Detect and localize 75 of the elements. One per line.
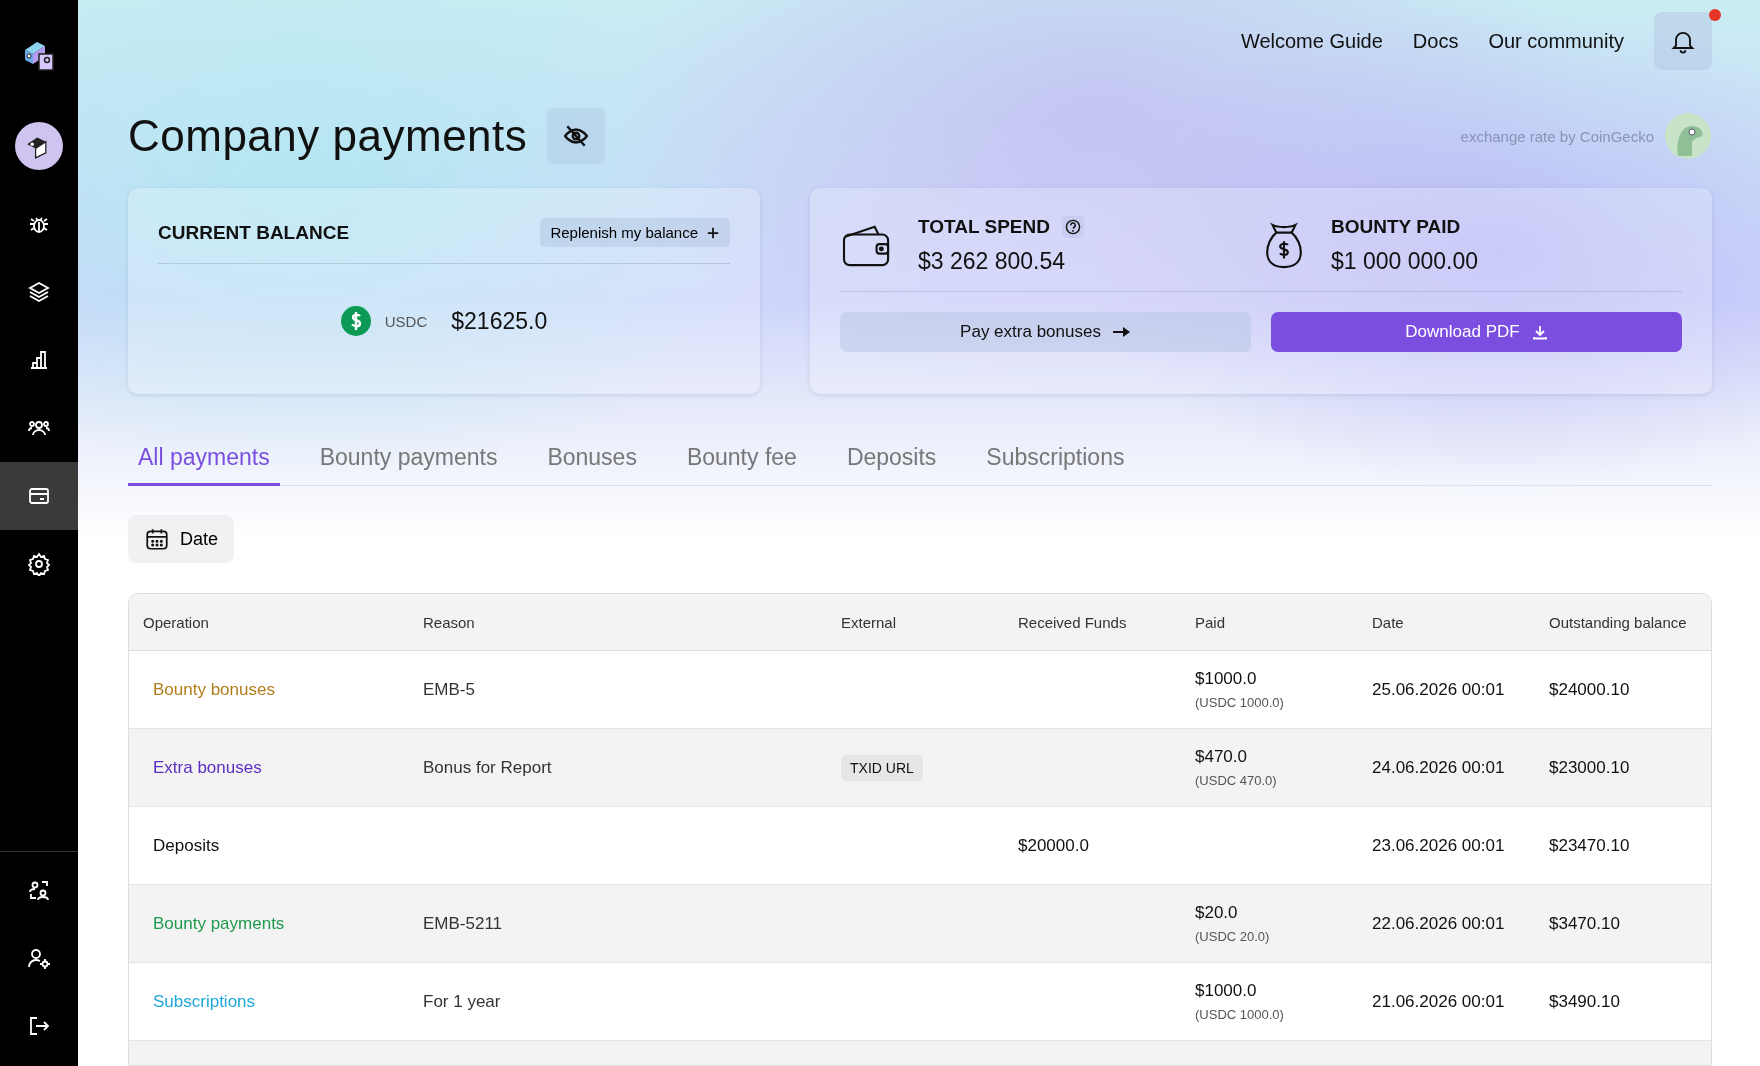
column-header: Paid [1194,613,1227,631]
stat-title: BOUNTY PAID [1331,216,1461,238]
paid-usdc-cell-text: (USDC 1000.0) [1195,1007,1285,1022]
eye-slash-icon [563,123,590,149]
paid-cell-text: $470.0 [1195,747,1248,767]
replenish-button[interactable]: Replenish my balance [540,218,730,247]
column-header: Date [1371,613,1405,631]
date-cell-text: 23.06.2026 00:01 [1372,835,1506,856]
paid-usdc-cell-text: (USDC 470.0) [1195,773,1278,788]
paid-cell-text: $1000.0 [1195,669,1258,689]
paid-usdc-cell-text: (USDC 20.0) [1195,929,1271,944]
reason-cell-text: EMB-5211 [423,913,504,934]
page-title: Company payments [128,111,528,161]
date-cell-text: 24.06.2026 00:01 [1372,757,1506,778]
sidebar-item[interactable] [0,462,78,530]
nav-link[interactable]: Welcome Guide [1240,29,1383,53]
balance-cell-text: $23470.10 [1549,835,1631,856]
balance-cell-text: $23000.10 [1549,757,1631,778]
currency-label: USDC [384,312,428,330]
paid-cell-text: $20.0 [1195,903,1239,923]
arrow-right-icon [1112,326,1131,338]
stat-value: $3 262 800.54 [918,248,1067,275]
balance-amount: $21625.0 [451,307,548,335]
operation-cell-text: Extra bonuses [153,757,263,778]
column-header: External [840,613,898,631]
company-avatar[interactable] [15,122,63,170]
card-title: CURRENT BALANCE [158,221,350,244]
help-icon[interactable] [1061,216,1084,238]
date-cell-text: 25.06.2026 00:01 [1372,679,1506,700]
nav-link[interactable]: Docs [1412,29,1459,53]
operation-cell-text: Bounty payments [153,913,286,934]
balance-cell-text: $3470.10 [1549,913,1621,934]
download-icon [1531,324,1548,340]
operation-cell-text: Bounty bonuses [153,679,276,700]
received-cell-text: $20000.0 [1018,835,1090,856]
txid-link[interactable]: TXID URL [841,754,923,781]
date-cell-text: 22.06.2026 00:01 [1372,913,1506,934]
reason-cell-text: EMB-5 [423,679,476,700]
operation-cell-text: Deposits [153,835,221,856]
gecko-logo-icon [1664,112,1712,160]
plus-icon [706,225,720,240]
user-switch-icon [27,878,51,902]
tab[interactable]: Subscriptions [976,444,1135,486]
date-cell-text: 21.06.2026 00:01 [1372,991,1506,1012]
tab[interactable]: Bonuses [537,444,647,486]
download-pdf-button[interactable]: Download PDF [1271,312,1682,352]
dollar-coin-icon [340,306,371,336]
tab[interactable]: Bounty payments [309,444,508,486]
operation-cell-text: Subscriptions [153,991,257,1012]
hide-balance-button[interactable] [547,108,606,164]
paid-cell-text: $1000.0 [1195,981,1258,1001]
tab[interactable]: Bounty fee [676,444,807,486]
tab[interactable]: Deposits [836,444,947,486]
column-header: Reason [422,613,476,631]
calendar-icon [144,526,170,552]
stat-title: TOTAL SPEND [918,216,1050,238]
nav-link[interactable]: Our community [1488,29,1624,53]
balance-cell-text: $24000.10 [1549,679,1631,700]
column-header: Operation [142,613,210,631]
balance-cell-text: $3490.10 [1549,991,1621,1012]
column-header: Received Funds [1017,613,1128,631]
column-header: Outstanding balance [1548,613,1688,631]
exchange-note: exchange rate by CoinGecko [1460,127,1654,145]
stat-value: $1 000 000.00 [1331,248,1479,275]
reason-cell-text: Bonus for Report [423,757,553,778]
paid-usdc-cell-text: (USDC 1000.0) [1195,695,1285,710]
user-settings-icon [27,946,51,970]
notifications-button[interactable] [1654,12,1712,70]
reason-cell-text: For 1 year [423,991,502,1012]
layers-icon [27,280,51,304]
pay-extra-bonuses-button[interactable]: Pay extra bonuses [840,312,1251,352]
settings-icon [27,552,51,576]
logout-icon [27,1014,51,1038]
tab[interactable]: All payments [128,444,280,486]
date-filter-button[interactable]: Date [128,515,235,563]
